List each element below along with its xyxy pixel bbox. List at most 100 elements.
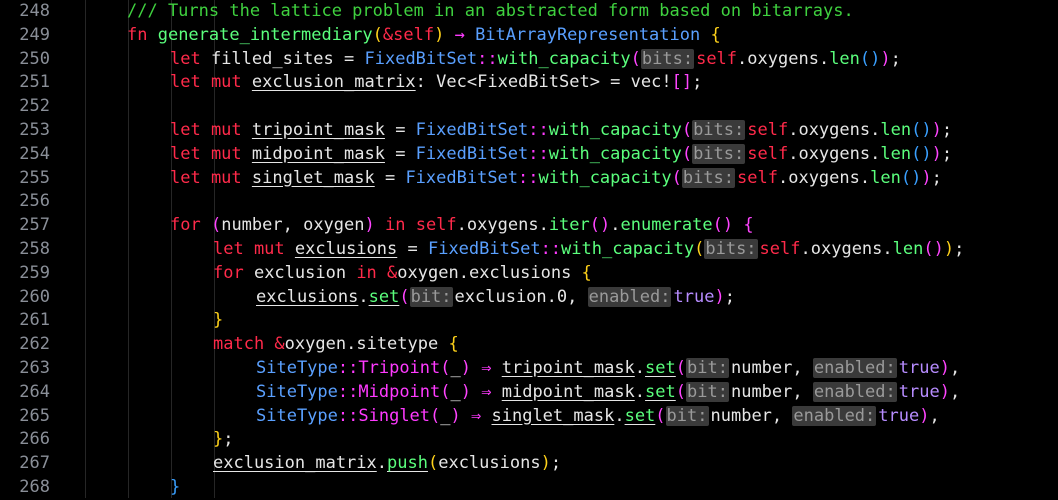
code-token: ) <box>943 239 955 259</box>
code-token: push <box>387 453 428 474</box>
code-token: set <box>368 286 400 307</box>
code-token: ( <box>440 358 451 378</box>
code-line[interactable]: 253 let mut tripoint_mask = FixedBitSet::… <box>0 119 1058 143</box>
code-token: . <box>376 453 388 474</box>
code-token: singlet_mask <box>491 405 615 426</box>
code-line[interactable]: 254 let mut midpoint_mask = FixedBitSet::… <box>0 143 1058 167</box>
code-token: . <box>777 167 789 188</box>
code-token: /// Turns the lattice problem in an abst… <box>127 1 854 21</box>
code-token: _ <box>450 358 461 378</box>
line-number: 260 <box>19 286 50 307</box>
code-token: ) <box>939 381 950 402</box>
code-token: ⇒ <box>460 405 492 426</box>
line-number: 250 <box>19 48 50 69</box>
code-token: ( <box>675 381 687 402</box>
code-token: { <box>700 24 721 45</box>
line-number: 256 <box>19 191 50 212</box>
code-line[interactable]: 255 let mut singlet_mask = FixedBitSet::w… <box>0 167 1058 191</box>
code-editor[interactable]: 248 /// Turns the lattice problem in an a… <box>0 0 1058 498</box>
code-text: } <box>170 476 180 500</box>
code-token: . <box>634 358 646 378</box>
code-token: ; <box>931 167 942 188</box>
code-token: let mut <box>170 120 252 140</box>
line-number: 257 <box>19 215 50 236</box>
code-token: { <box>733 215 754 236</box>
code-token: & <box>387 262 398 283</box>
code-token: :: <box>337 358 359 378</box>
code-token: ( <box>440 381 451 402</box>
code-token: SiteType <box>256 358 338 378</box>
code-line[interactable]: 249 fn generate_intermediary(&self) → Bit… <box>0 24 1058 48</box>
code-token: self <box>747 120 789 140</box>
code-text: }; <box>213 428 234 452</box>
code-token: > = <box>589 72 631 93</box>
code-line[interactable]: 252 <box>0 95 1058 119</box>
code-token: FixedBitSet <box>364 48 478 69</box>
code-token: oxygens <box>747 48 819 69</box>
code-line[interactable]: 264 SiteType::Midpoint(_) ⇒ midpoint_mask… <box>0 381 1058 405</box>
line-number: 264 <box>19 381 50 402</box>
code-token: for <box>213 262 254 283</box>
code-token: oxygens <box>798 120 871 140</box>
code-line[interactable]: 256 <box>0 190 1058 214</box>
line-number: 252 <box>19 96 50 117</box>
code-token: true <box>898 358 940 378</box>
code-token: midpoint_mask <box>501 381 635 402</box>
code-token: . <box>859 167 871 188</box>
code-token: , <box>949 381 961 402</box>
code-token: ) <box>931 143 942 164</box>
code-line[interactable]: 267 exclusion_matrix.push(exclusions); <box>0 452 1058 476</box>
code-line[interactable]: 258 let mut exclusions = FixedBitSet::wit… <box>0 238 1058 262</box>
code-token: :: <box>477 48 498 69</box>
code-token: with_capacity <box>548 120 682 140</box>
code-token: len <box>880 143 912 164</box>
code-token: ( <box>427 453 439 474</box>
code-token: for <box>170 215 211 236</box>
line-number: 253 <box>19 120 50 140</box>
line-number: 249 <box>19 24 50 45</box>
code-token: { <box>571 262 592 283</box>
code-token: [] <box>671 72 693 93</box>
line-number: 261 <box>19 310 50 331</box>
code-line[interactable]: 261} <box>0 309 1058 333</box>
code-token: FixedBitSet <box>415 120 529 140</box>
code-token: Midpoint <box>358 381 441 402</box>
code-token: true <box>898 381 940 402</box>
code-token: ) <box>460 358 472 378</box>
code-token: number, <box>730 358 813 378</box>
code-line[interactable]: 248 /// Turns the lattice problem in an a… <box>0 0 1058 24</box>
code-token: _ <box>450 381 461 402</box>
code-text: let mut tripoint_mask = FixedBitSet::wit… <box>170 119 952 143</box>
code-line[interactable]: 266}; <box>0 428 1058 452</box>
code-text: SiteType::Tripoint(_) ⇒ tripoint_mask.se… <box>256 357 960 381</box>
code-line[interactable]: 260 exclusions.set(bit: exclusion.0, enabl… <box>0 286 1058 310</box>
code-token: midpoint_mask <box>251 143 385 164</box>
code-token: oxygens <box>810 239 883 259</box>
code-text: /// Turns the lattice problem in an abst… <box>127 0 854 24</box>
inlay-hint: bits: <box>692 143 746 164</box>
code-text: match &oxygen.sitetype { <box>213 333 459 357</box>
code-token: ; <box>941 143 953 164</box>
code-token: FixedBitSet <box>427 239 541 259</box>
code-line[interactable]: 265 SiteType::Singlet(_) ⇒ singlet_mask.s… <box>0 405 1058 429</box>
code-token: with_capacity <box>548 143 682 164</box>
code-line[interactable]: 268} <box>0 476 1058 500</box>
code-line[interactable]: 259 for exclusion in &oxygen.exclusions { <box>0 262 1058 286</box>
code-token: len <box>829 48 860 69</box>
inlay-hint: enabled: <box>812 358 897 378</box>
code-token: tripoint_mask <box>251 120 385 140</box>
code-text: for (number, oxygen) in self.oxygens.ite… <box>170 214 754 238</box>
code-token: () <box>923 239 944 259</box>
code-line[interactable]: 251 let mut exclusion_matrix: Vec<FixedBi… <box>0 71 1058 95</box>
code-line[interactable]: 262 match &oxygen.sitetype { <box>0 333 1058 357</box>
code-text: let filled_sites = FixedBitSet::with_cap… <box>170 48 901 72</box>
code-token: exclusions <box>468 262 572 283</box>
line-number: 268 <box>19 477 50 497</box>
code-line[interactable]: 263 SiteType::Tripoint(_) ⇒ tripoint_mask… <box>0 357 1058 381</box>
code-token: :: <box>337 381 359 402</box>
code-token: self <box>747 143 789 164</box>
code-token: ( <box>630 48 641 69</box>
code-text: let mut exclusions = FixedBitSet::with_c… <box>213 238 964 262</box>
code-line[interactable]: 250 let filled_sites = FixedBitSet::with_… <box>0 48 1058 72</box>
code-line[interactable]: 257 for (number, oxygen) in self.oxygens.… <box>0 214 1058 238</box>
